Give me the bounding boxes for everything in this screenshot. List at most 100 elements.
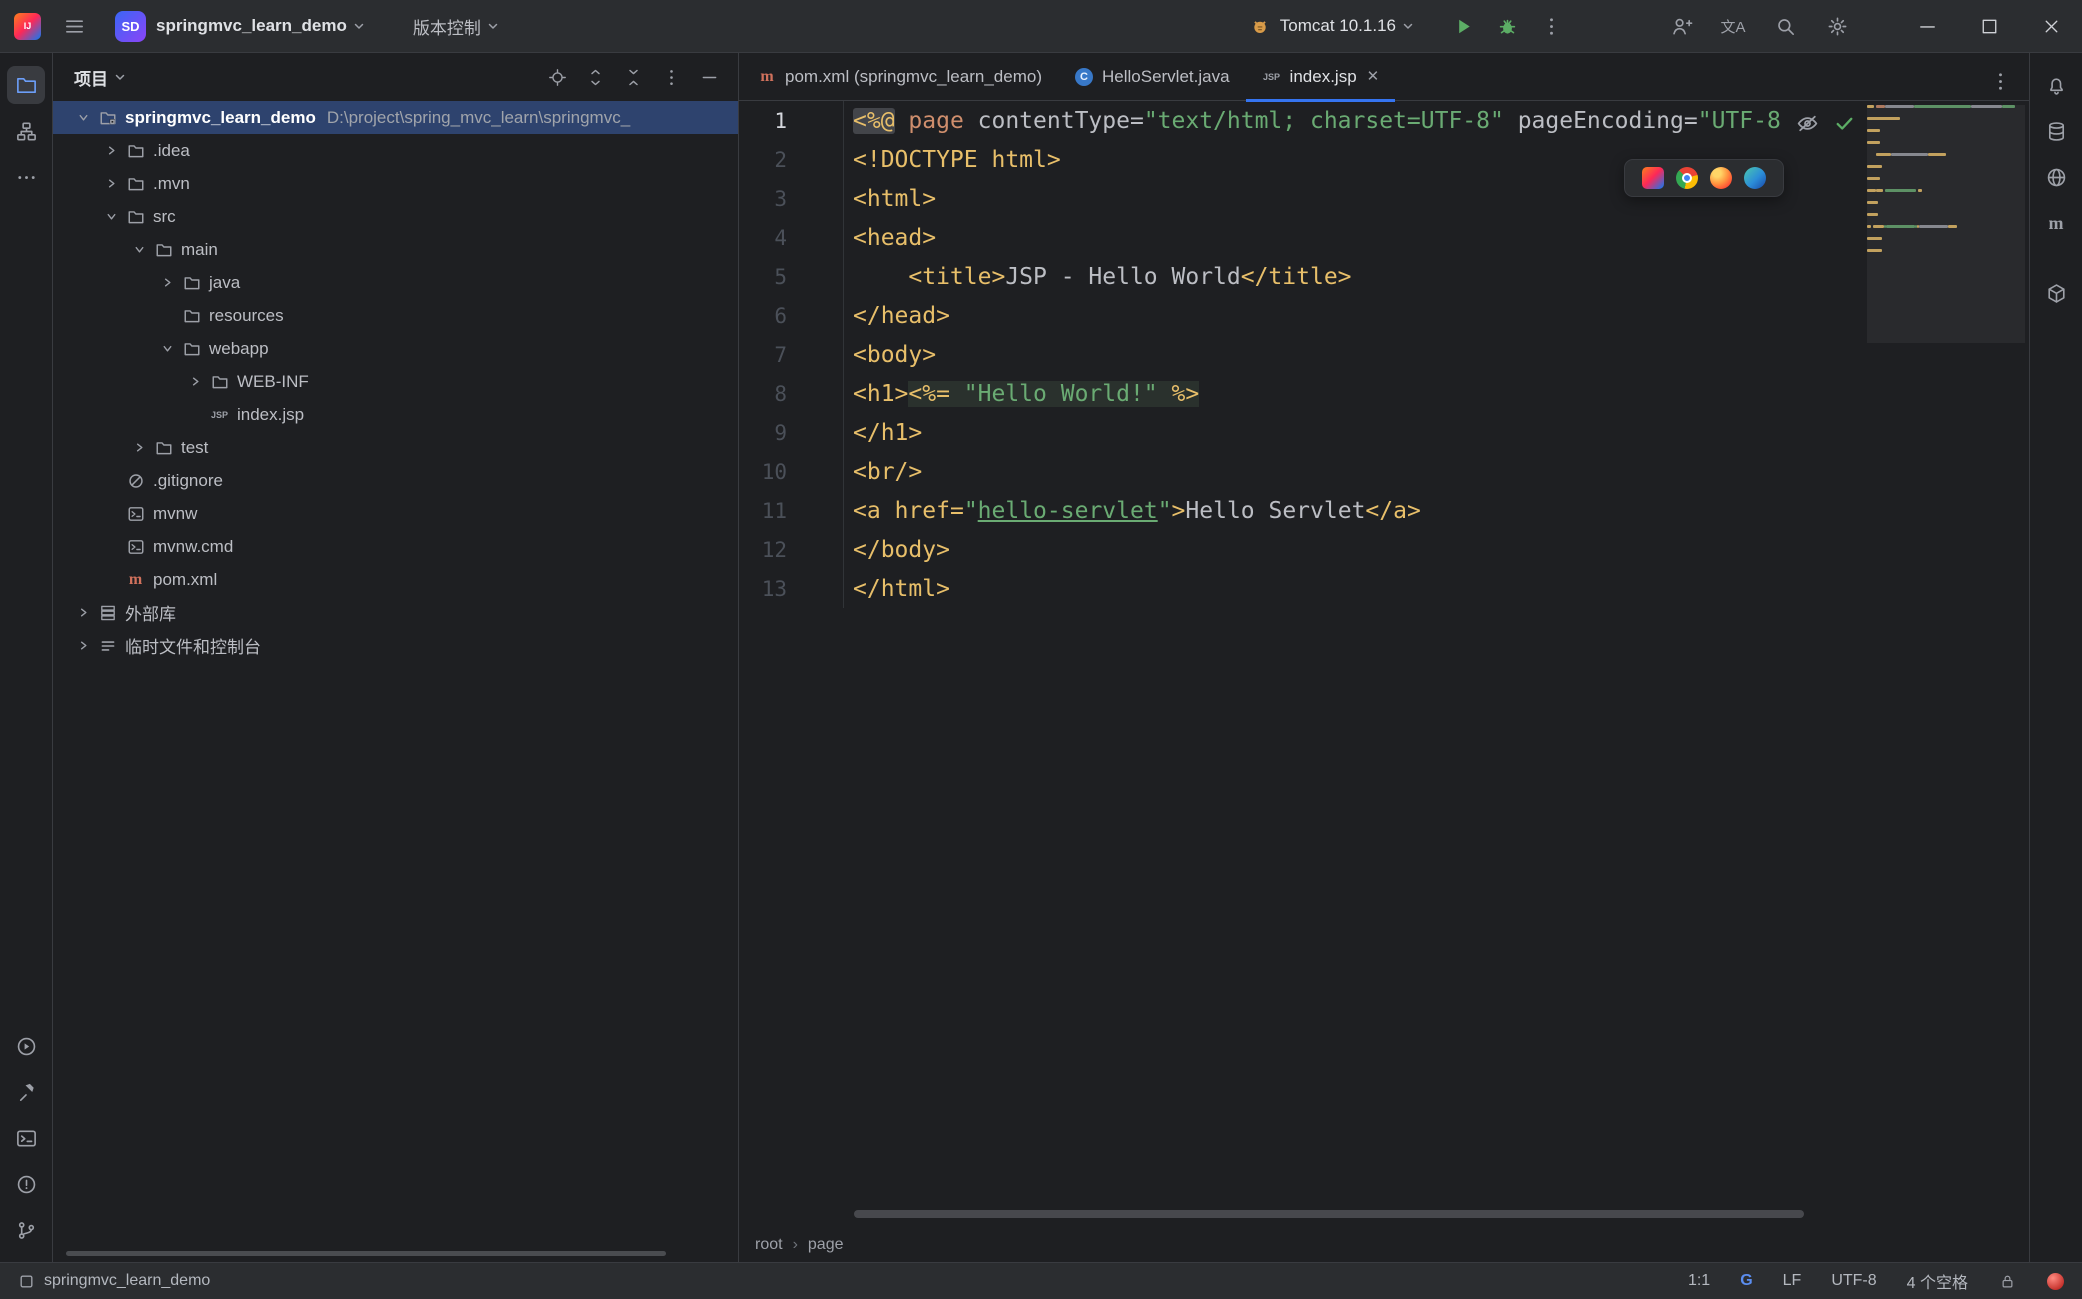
tree-item-src[interactable]: src [53,200,738,233]
tree-item-mvnw-cmd[interactable]: mvnw.cmd [53,530,738,563]
code-line-5[interactable]: 5 <title>JSP - Hello World</title> [739,257,2029,296]
line-number[interactable]: 12 [739,530,844,569]
line-number[interactable]: 6 [739,296,844,335]
idea-preview-icon[interactable] [1636,167,1670,189]
project-tree-hscrollbar[interactable] [66,1251,666,1256]
tab-options-icon[interactable] [1981,62,2019,100]
tree-item-springmvc-learn-demo[interactable]: springmvc_learn_demoD:\project\spring_mv… [53,101,738,134]
lock-icon[interactable] [1998,1272,2017,1291]
code-line-9[interactable]: 9</h1> [739,413,2029,452]
line-number[interactable]: 5 [739,257,844,296]
chrome-icon[interactable] [1670,167,1704,189]
tree-item-main[interactable]: main [53,233,738,266]
line-number[interactable]: 11 [739,491,844,530]
code-line-13[interactable]: 13</html> [739,569,2029,608]
project-name-widget[interactable]: springmvc_learn_demo [156,16,347,36]
main-menu-icon[interactable] [55,7,93,45]
line-number[interactable]: 2 [739,140,844,179]
tree-item-pom-xml[interactable]: mpom.xml [53,563,738,596]
tree-item-mvnw[interactable]: mvnw [53,497,738,530]
tree-item-java[interactable]: java [53,266,738,299]
notifications-icon[interactable] [2037,66,2075,104]
close-button[interactable] [2020,0,2082,53]
web-icon[interactable] [2037,158,2075,196]
kebab-icon[interactable] [654,60,688,94]
translate-icon[interactable]: 文A [1714,7,1752,45]
tree-item-gitignore[interactable]: .gitignore [53,464,738,497]
more-actions-icon[interactable] [1532,7,1570,45]
g-badge-icon[interactable]: G [1740,1272,1752,1290]
tree-item-resources[interactable]: resources [53,299,738,332]
debug-button[interactable] [1488,7,1526,45]
edge-icon[interactable] [1738,167,1772,189]
run-configuration-widget[interactable]: Tomcat 10.1.16 [1249,15,1416,37]
code-line-8[interactable]: 8<h1><%= "Hello World!" %> [739,374,2029,413]
tree-item-item[interactable]: 外部库 [53,596,738,629]
chevron-right-icon[interactable] [129,437,150,458]
indent-style[interactable]: 4 个空格 [1907,1269,1968,1293]
breadcrumb-root[interactable]: root [755,1236,783,1254]
editor-hscrollbar[interactable] [854,1210,1804,1218]
tree-item-test[interactable]: test [53,431,738,464]
code-line-12[interactable]: 12</body> [739,530,2029,569]
tree-item-mvn[interactable]: .mvn [53,167,738,200]
tab-pom-xml-springmvc-learn-demo[interactable]: mpom.xml (springmvc_learn_demo) [741,53,1058,101]
tree-item-index-jsp[interactable]: JSPindex.jsp [53,398,738,431]
editor-minimap[interactable] [1867,105,2025,375]
maven-tool-icon[interactable]: m [2037,204,2075,242]
close-tab-icon[interactable]: ✕ [1367,69,1380,84]
more-h-icon[interactable] [7,158,45,196]
chevron-down-icon[interactable] [157,338,178,359]
minimize-button[interactable] [1896,0,1958,53]
chevron-right-icon[interactable] [157,272,178,293]
database-icon[interactable] [2037,112,2075,150]
run-button[interactable] [1444,7,1482,45]
collapse-all-icon[interactable] [616,60,650,94]
code-line-7[interactable]: 7<body> [739,335,2029,374]
line-number[interactable]: 13 [739,569,844,608]
chevron-down-icon[interactable] [73,107,94,128]
breadcrumb-page[interactable]: page [808,1236,844,1254]
code-line-11[interactable]: 11<a href="hello-servlet">Hello Servlet<… [739,491,2029,530]
line-number[interactable]: 9 [739,413,844,452]
line-number[interactable]: 7 [739,335,844,374]
code-line-2[interactable]: 2<!DOCTYPE html> [739,140,2029,179]
search-icon[interactable] [1766,7,1804,45]
terminal-icon[interactable] [7,1119,45,1157]
code-editor[interactable]: 1<%@ page contentType="text/html; charse… [739,101,2029,1228]
ide-error-icon[interactable] [2047,1273,2064,1290]
no-problems-check-icon[interactable] [1832,111,1857,136]
chevron-down-icon[interactable] [129,239,150,260]
chevron-right-icon[interactable] [101,140,122,161]
code-line-10[interactable]: 10<br/> [739,452,2029,491]
maximize-button[interactable] [1958,0,2020,53]
tab-helloservlet-java[interactable]: CHelloServlet.java [1058,53,1246,101]
version-control-icon[interactable] [7,1211,45,1249]
chevron-down-icon[interactable] [101,206,122,227]
hide-icon[interactable] [692,60,726,94]
services-icon[interactable] [7,1027,45,1065]
tree-item-web-inf[interactable]: WEB-INF [53,365,738,398]
line-number[interactable]: 3 [739,179,844,218]
dependencies-icon[interactable] [2037,274,2075,312]
status-project-widget[interactable]: springmvc_learn_demo [18,1272,210,1290]
project-panel-title[interactable]: 项目 [74,65,108,90]
code-line-4[interactable]: 4<head> [739,218,2029,257]
code-line-3[interactable]: 3<html> [739,179,2029,218]
line-separator[interactable]: LF [1783,1272,1802,1290]
chevron-right-icon[interactable] [73,635,94,656]
tree-item-webapp[interactable]: webapp [53,332,738,365]
problems-icon[interactable] [7,1165,45,1203]
locate-icon[interactable] [540,60,574,94]
firefox-icon[interactable] [1704,167,1738,189]
hide-inspections-icon[interactable] [1795,111,1820,136]
chevron-right-icon[interactable] [101,173,122,194]
line-number[interactable]: 4 [739,218,844,257]
tree-item-item[interactable]: 临时文件和控制台 [53,629,738,662]
chevron-right-icon[interactable] [185,371,206,392]
vcs-widget[interactable]: 版本控制 [413,14,501,39]
file-encoding[interactable]: UTF-8 [1831,1272,1876,1290]
line-number[interactable]: 1 [739,101,844,140]
line-number[interactable]: 10 [739,452,844,491]
line-number[interactable]: 8 [739,374,844,413]
